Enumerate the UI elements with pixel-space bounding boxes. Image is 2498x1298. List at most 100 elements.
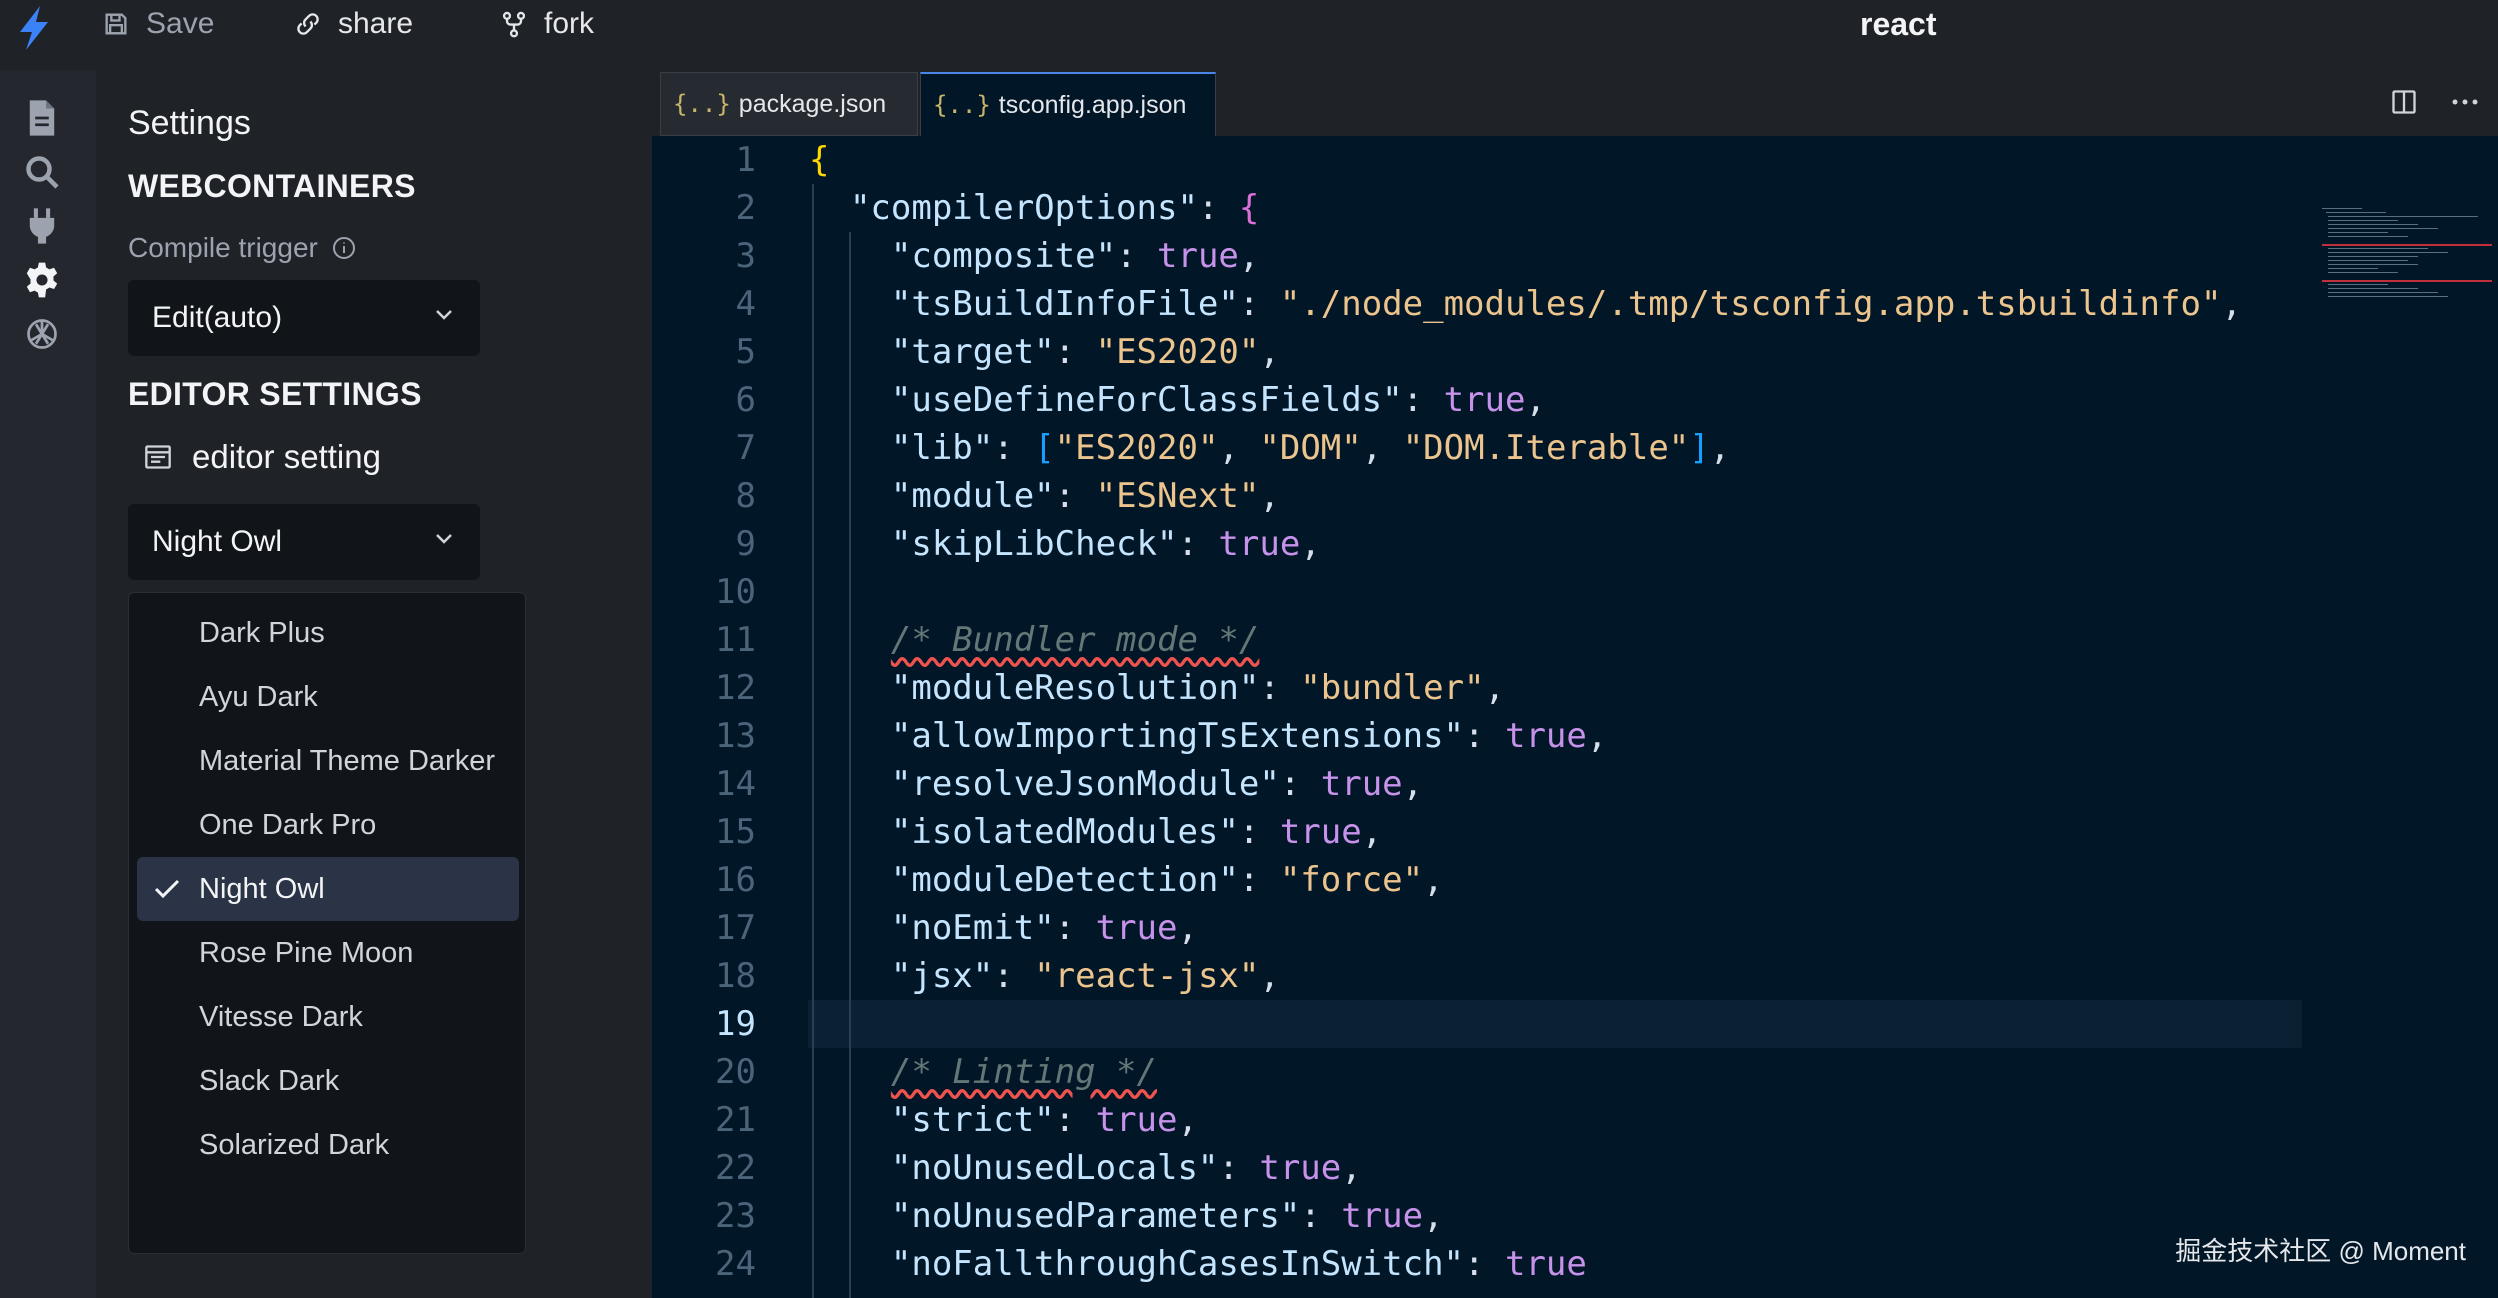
code-line[interactable]: 17 "noEmit": true, [652, 904, 2498, 952]
more-actions-icon[interactable] [2450, 88, 2480, 116]
code-token: true [1279, 812, 1362, 852]
tab-label: package.json [738, 89, 887, 118]
theme-option-night-owl[interactable]: Night Owl [137, 857, 519, 921]
code-token: : [1197, 188, 1239, 228]
code-area[interactable]: 1{2 "compilerOptions": {3 "composite": t… [652, 136, 2498, 1298]
theme-option-slack-dark[interactable]: Slack Dark [137, 1049, 519, 1113]
code-line[interactable]: 1{ [652, 136, 2498, 184]
line-number: 2 [735, 188, 756, 228]
share-label: share [338, 7, 414, 40]
code-token: "moduleResolution" [809, 668, 1260, 708]
code-token: "resolveJsonModule" [809, 764, 1280, 804]
json-file-icon: {..} [673, 90, 731, 118]
code-token: : [1218, 1148, 1260, 1188]
gear-icon [26, 262, 58, 298]
code-line[interactable]: 10 [652, 568, 2498, 616]
code-token: : [1054, 332, 1096, 372]
editor-setting-icon [145, 445, 171, 469]
code-line[interactable]: 16 "moduleDetection": "force", [652, 856, 2498, 904]
code-token: : [1116, 236, 1157, 276]
code-line[interactable]: 5 "target": "ES2020", [652, 328, 2498, 376]
code-token: "allowImportingTsExtensions" [809, 716, 1465, 756]
editor-setting-label: editor setting [192, 438, 381, 475]
line-number: 23 [715, 1196, 756, 1236]
code-token: , [1586, 716, 1608, 756]
code-token: "jsx" [809, 956, 994, 996]
theme-option-solarized-dark[interactable]: Solarized Dark [137, 1113, 519, 1177]
theme-option-vitesse-dark[interactable]: Vitesse Dark [137, 985, 519, 1049]
editor-setting-link[interactable]: editor setting [144, 438, 381, 476]
line-number: 16 [715, 860, 756, 900]
split-editor-icon[interactable] [2390, 88, 2418, 116]
bolt-icon[interactable] [14, 4, 54, 52]
tab-tsconfig-app-json[interactable]: {..} tsconfig.app.json [920, 72, 1216, 136]
code-line[interactable]: 22 "noUnusedLocals": true, [652, 1144, 2498, 1192]
code-line[interactable]: 7 "lib": ["ES2020", "DOM", "DOM.Iterable… [652, 424, 2498, 472]
explorer-button[interactable] [20, 96, 64, 140]
code-line[interactable]: 13 "allowImportingTsExtensions": true, [652, 712, 2498, 760]
code-token: "tsBuildInfoFile" [809, 284, 1239, 324]
theme-select[interactable]: Night Owl [128, 504, 480, 580]
code-token: , [1484, 668, 1506, 708]
line-text: "strict": true, [809, 1096, 1198, 1144]
code-line[interactable]: 3 "composite": true, [652, 232, 2498, 280]
search-button[interactable] [20, 150, 64, 194]
line-number: 13 [715, 716, 756, 756]
line-number: 22 [715, 1148, 756, 1188]
code-line[interactable]: 12 "moduleResolution": "bundler", [652, 664, 2498, 712]
code-line[interactable]: 11 /* Bundler mode */ [652, 616, 2498, 664]
compile-trigger-select[interactable]: Edit(auto) [128, 280, 480, 356]
code-line[interactable]: 6 "useDefineForClassFields": true, [652, 376, 2498, 424]
code-line[interactable]: 4 "tsBuildInfoFile": "./node_modules/.tm… [652, 280, 2498, 328]
code-token: , [1341, 1148, 1362, 1188]
fork-button[interactable]: fork [500, 0, 594, 48]
line-text: "noUnusedParameters": true, [809, 1192, 1444, 1240]
code-token: , [1218, 428, 1260, 468]
chevron-down-icon [436, 534, 452, 544]
save-button[interactable]: Save [102, 0, 214, 48]
code-token: "noFallthroughCasesInSwitch" [809, 1244, 1465, 1284]
line-number: 1 [735, 140, 756, 180]
code-token: true [1320, 764, 1403, 804]
theme-option-one-dark-pro[interactable]: One Dark Pro [137, 793, 519, 857]
share-button[interactable]: share [294, 0, 413, 48]
line-number: 20 [715, 1052, 756, 1092]
code-line[interactable]: 15 "isolatedModules": true, [652, 808, 2498, 856]
code-line[interactable]: 19 [652, 1000, 2498, 1048]
line-text: "moduleResolution": "bundler", [809, 664, 1505, 712]
code-token: /* Linting */ [890, 1052, 1157, 1092]
code-line[interactable]: 14 "resolveJsonModule": true, [652, 760, 2498, 808]
code-token: { [809, 140, 830, 180]
code-token: , [1177, 908, 1198, 948]
line-text: "moduleDetection": "force", [809, 856, 1444, 904]
theme-option-dark-plus[interactable]: Dark Plus [137, 601, 519, 665]
theme-option-rose-pine-moon[interactable]: Rose Pine Moon [137, 921, 519, 985]
save-icon [105, 13, 127, 35]
line-number: 6 [735, 380, 756, 420]
theme-value: Night Owl [152, 525, 283, 558]
line-text: "tsBuildInfoFile": "./node_modules/.tmp/… [809, 280, 2242, 328]
tab-package-json[interactable]: {..} package.json [660, 72, 918, 136]
code-token: [ [1034, 428, 1055, 468]
code-token: : [1464, 716, 1505, 756]
settings-button[interactable] [20, 258, 64, 302]
code-line[interactable]: 8 "module": "ESNext", [652, 472, 2498, 520]
line-number: 14 [715, 764, 756, 804]
line-number: 4 [735, 284, 756, 324]
code-line[interactable]: 20 /* Linting */ [652, 1048, 2498, 1096]
code-token: , [1402, 764, 1424, 804]
code-line[interactable]: 18 "jsx": "react-jsx", [652, 952, 2498, 1000]
code-line[interactable]: 2 "compilerOptions": { [652, 184, 2498, 232]
theme-option-material-theme-darker[interactable]: Material Theme Darker [137, 729, 519, 793]
compile-trigger-label: Compile trigger [128, 232, 356, 264]
code-token: "DOM" [1259, 428, 1362, 468]
code-line[interactable]: 9 "skipLibCheck": true, [652, 520, 2498, 568]
info-icon[interactable] [332, 236, 356, 260]
code-line[interactable]: 21 "strict": true, [652, 1096, 2498, 1144]
code-token: : [1300, 1196, 1342, 1236]
ai-button[interactable] [20, 312, 64, 356]
theme-option-ayu-dark[interactable]: Ayu Dark [137, 665, 519, 729]
extensions-button[interactable] [20, 204, 64, 248]
